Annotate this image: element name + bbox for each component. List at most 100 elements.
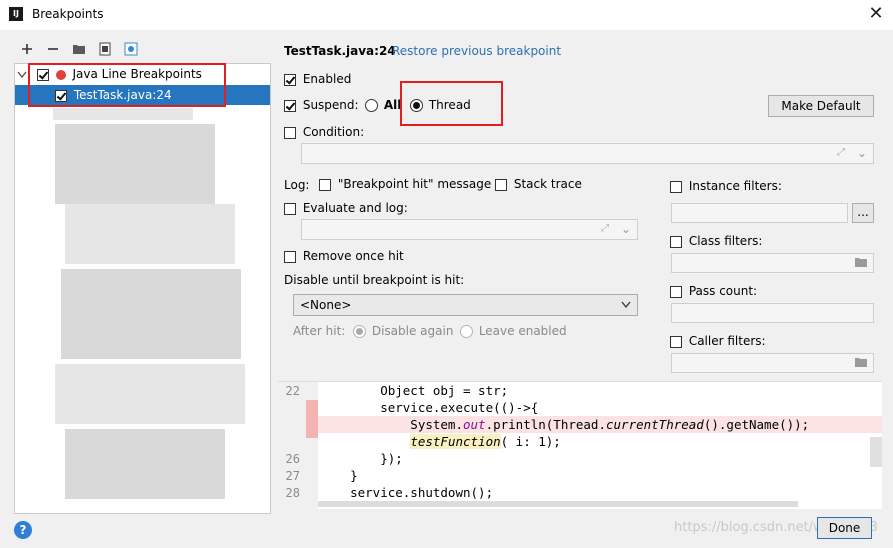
highlight-box-tree xyxy=(28,63,226,107)
code-token: ( i: 1); xyxy=(500,434,561,449)
intellij-app-icon: IJ xyxy=(9,7,23,21)
breakpoint-marker-icon xyxy=(306,400,318,438)
suspend-row[interactable]: Suspend: xyxy=(284,98,359,112)
breakpoint-title: TestTask.java:24 xyxy=(284,44,396,58)
folder-icon[interactable] xyxy=(71,41,87,57)
code-line: service.execute(()->{ xyxy=(320,400,539,415)
instance-filters-label: Instance filters: xyxy=(688,179,782,193)
window-title: Breakpoints xyxy=(32,7,104,21)
evaluate-log-input[interactable]: ⤢ ⌄ xyxy=(301,219,638,240)
code-line: System.out.println(Thread.currentThread(… xyxy=(320,417,809,432)
enabled-checkbox-row[interactable]: Enabled xyxy=(284,72,351,86)
line-number: 27 xyxy=(285,469,300,483)
stack-trace-row[interactable]: Stack trace xyxy=(495,177,582,191)
pass-count-row[interactable]: Pass count: xyxy=(670,284,757,298)
expand-icon[interactable]: ⤢ xyxy=(601,223,609,234)
make-default-button[interactable]: Make Default xyxy=(768,95,874,117)
stack-trace-label: Stack trace xyxy=(513,177,582,191)
close-window-button[interactable]: ✕ xyxy=(862,2,890,28)
pass-count-input[interactable] xyxy=(671,303,874,323)
pass-count-checkbox[interactable] xyxy=(670,285,682,298)
enabled-checkbox[interactable] xyxy=(284,73,296,86)
instance-filters-row[interactable]: Instance filters: xyxy=(670,179,782,193)
redacted-block xyxy=(61,269,241,359)
caller-filters-label: Caller filters: xyxy=(688,334,766,348)
code-token: ().getName()); xyxy=(703,417,810,432)
instance-filters-input[interactable] xyxy=(671,203,848,223)
highlight-box-thread xyxy=(400,81,503,126)
title-bar: IJ Breakpoints ✕ xyxy=(0,0,893,30)
condition-checkbox[interactable] xyxy=(284,126,296,139)
log-message-label: "Breakpoint hit" message xyxy=(337,177,492,191)
suspend-checkbox[interactable] xyxy=(284,99,296,112)
line-number: 22 xyxy=(285,384,300,398)
code-token: testFunction xyxy=(410,434,501,449)
code-token: out xyxy=(463,417,486,432)
log-message-row[interactable]: "Breakpoint hit" message xyxy=(319,177,491,191)
class-filters-label: Class filters: xyxy=(688,234,763,248)
log-message-checkbox[interactable] xyxy=(319,178,331,191)
code-preview: 22 26 27 28 Object obj = str; service.ex… xyxy=(278,381,882,509)
caller-filters-checkbox[interactable] xyxy=(670,335,682,348)
redacted-block xyxy=(65,204,235,264)
redacted-block xyxy=(55,124,215,204)
caller-filters-input[interactable] xyxy=(671,353,874,373)
evaluate-log-row[interactable]: Evaluate and log: xyxy=(284,201,408,215)
suspend-all-label: All xyxy=(383,98,402,112)
remove-icon[interactable] xyxy=(45,41,61,57)
vertical-scrollbar[interactable] xyxy=(870,437,882,467)
log-label: Log: xyxy=(284,178,310,192)
disable-until-value: <None> xyxy=(300,298,352,312)
disable-until-select[interactable]: <None> xyxy=(293,294,638,316)
caller-filters-row[interactable]: Caller filters: xyxy=(670,334,766,348)
code-line: }); xyxy=(320,451,403,466)
help-icon[interactable]: ? xyxy=(14,521,32,539)
remove-once-hit-checkbox[interactable] xyxy=(284,250,296,263)
folder-icon[interactable] xyxy=(854,256,868,271)
code-line: } xyxy=(320,468,358,483)
expand-icon[interactable]: ⤢ xyxy=(837,147,845,158)
leave-enabled-label: Leave enabled xyxy=(478,324,567,338)
suspend-all-option[interactable]: All xyxy=(365,98,401,112)
chevron-down-icon[interactable] xyxy=(621,298,631,312)
restore-breakpoint-link[interactable]: Restore previous breakpoint xyxy=(392,44,561,58)
code-token: .println(Thread. xyxy=(485,417,606,432)
stack-trace-checkbox[interactable] xyxy=(495,178,507,191)
chevron-down-icon[interactable]: ⌄ xyxy=(621,222,631,236)
class-filters-checkbox[interactable] xyxy=(670,235,682,248)
after-hit-label: After hit: xyxy=(293,324,346,338)
instance-filters-more-button[interactable]: ... xyxy=(852,203,874,223)
disable-again-radio[interactable] xyxy=(353,325,366,338)
breakpoints-tree[interactable]: Java Line Breakpoints TestTask.java:24 xyxy=(14,63,271,514)
leave-enabled-radio[interactable] xyxy=(460,325,473,338)
enabled-label: Enabled xyxy=(302,72,352,86)
code-line: testFunction( i: 1); xyxy=(320,434,561,449)
done-button[interactable]: Done xyxy=(817,517,872,539)
group-by-file-icon[interactable] xyxy=(97,41,113,57)
evaluate-log-checkbox[interactable] xyxy=(284,202,296,215)
code-token: System. xyxy=(320,417,463,432)
code-token: currentThread xyxy=(606,417,704,432)
condition-row[interactable]: Condition: xyxy=(284,125,364,139)
redacted-block xyxy=(65,429,225,499)
horizontal-scrollbar[interactable] xyxy=(318,501,798,507)
add-icon[interactable] xyxy=(19,41,35,57)
group-by-class-icon[interactable] xyxy=(123,41,139,57)
folder-icon[interactable] xyxy=(854,356,868,371)
remove-once-hit-row[interactable]: Remove once hit xyxy=(284,249,404,263)
code-line: service.shutdown(); xyxy=(320,485,494,500)
suspend-all-radio[interactable] xyxy=(365,99,378,112)
disable-again-option[interactable]: Disable again xyxy=(353,324,453,338)
condition-input[interactable]: ⤢ ⌄ xyxy=(301,143,874,164)
class-filters-row[interactable]: Class filters: xyxy=(670,234,762,248)
instance-filters-checkbox[interactable] xyxy=(670,180,682,193)
redacted-block xyxy=(53,108,193,120)
line-number: 28 xyxy=(285,486,300,500)
remove-once-hit-label: Remove once hit xyxy=(302,249,404,263)
code-line: Object obj = str; xyxy=(320,383,509,398)
leave-enabled-option[interactable]: Leave enabled xyxy=(460,324,567,338)
disable-until-label: Disable until breakpoint is hit: xyxy=(284,273,465,287)
class-filters-input[interactable] xyxy=(671,253,874,273)
chevron-down-icon[interactable]: ⌄ xyxy=(857,146,867,160)
